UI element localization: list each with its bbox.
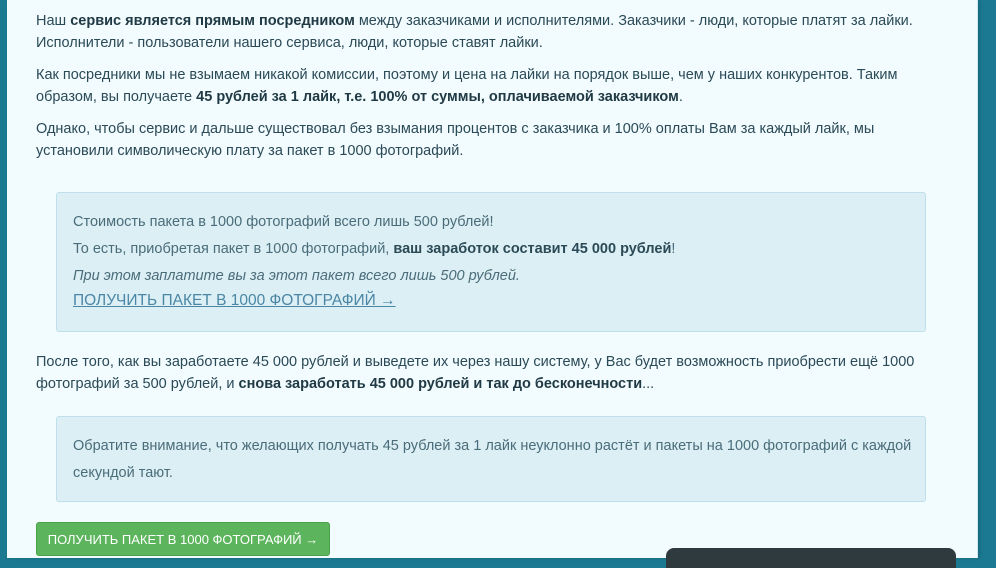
price-line: Стоимость пакета в 1000 фотографий всего… — [73, 214, 494, 230]
bold-text: снова заработать 45 000 рублей и так до … — [238, 376, 643, 392]
text: ... — [642, 376, 655, 392]
get-package-link[interactable]: ПОЛУЧИТЬ ПАКЕТ В 1000 ФОТОГРАФИЙ → — [73, 292, 396, 309]
earnings-line: То есть, приобретая пакет в 1000 фотогра… — [73, 238, 675, 260]
text: . — [678, 89, 683, 105]
attention-text: Обратите внимание, что желающих получать… — [73, 438, 912, 481]
commission-paragraph: Как посредники мы не взымаем никакой ком… — [36, 64, 936, 108]
chat-widget[interactable] — [666, 548, 956, 568]
get-package-button[interactable]: ПОЛУЧИТЬ ПАКЕТ В 1000 ФОТОГРАФИЙ → — [36, 522, 330, 556]
bold-text: ваш заработок составит 45 000 рублей — [393, 241, 672, 257]
payment-note: При этом заплатите вы за этот пакет всег… — [73, 268, 520, 284]
content-panel: Наш сервис является прямым посредником м… — [7, 0, 978, 558]
price-info-box: Стоимость пакета в 1000 фотографий всего… — [56, 192, 926, 332]
repeat-paragraph: После того, как вы заработаете 45 000 ру… — [36, 351, 936, 395]
text: Наш — [36, 13, 71, 29]
attention-box: Обратите внимание, что желающих получать… — [56, 416, 926, 502]
get-package-link-row: ПОЛУЧИТЬ ПАКЕТ В 1000 ФОТОГРАФИЙ → — [73, 290, 396, 312]
bold-text: 45 рублей за 1 лайк, т.е. 100% от суммы,… — [196, 89, 679, 105]
text: То есть, приобретая пакет в 1000 фотогра… — [73, 241, 394, 257]
fee-paragraph: Однако, чтобы сервис и дальше существова… — [36, 118, 936, 162]
bold-text: сервис является прямым посредником — [70, 13, 355, 29]
intro-paragraph: Наш сервис является прямым посредником м… — [36, 10, 936, 54]
text: Однако, чтобы сервис и дальше существова… — [36, 121, 875, 159]
text: ! — [671, 241, 676, 257]
